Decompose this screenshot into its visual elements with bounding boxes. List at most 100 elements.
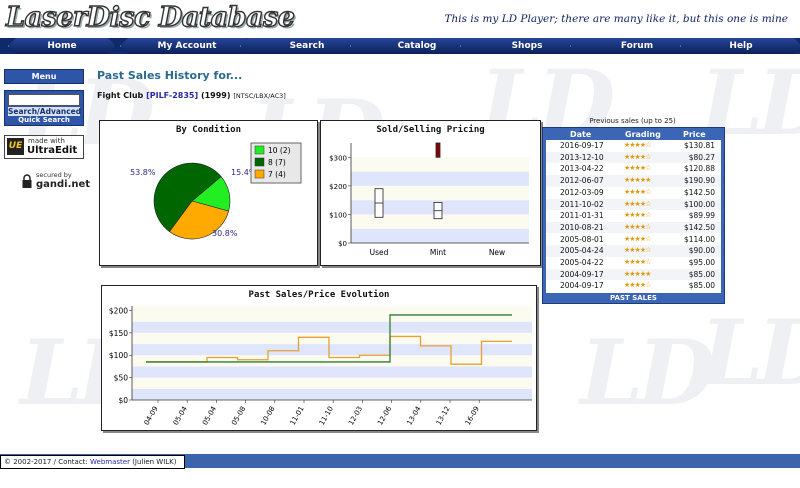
col-grading: Grading	[625, 130, 661, 139]
ultraedit-icon: UE	[7, 138, 24, 155]
col-date: Date	[570, 130, 592, 139]
grading-stars-icon: ★★★★☆	[624, 222, 651, 231]
sales-row: 2013-12-10 ★★★★☆ $80.27	[546, 151, 721, 164]
by-condition-chart: By Condition 53.8% 15.4% 30.8% 10 (2) 8 …	[99, 120, 318, 266]
movie-year: (1999)	[200, 91, 231, 100]
sales-date: 2013-12-10	[560, 152, 604, 162]
line-band	[132, 321, 532, 333]
sales-row: 2010-08-21 ★★★★☆ $142.50	[546, 221, 721, 234]
sales-row: 2013-04-22 ★★★★☆ $120.88	[546, 163, 721, 175]
sales-price: $85.00	[688, 269, 715, 279]
box-xtick-new: New	[489, 248, 505, 257]
sales-row: 2004-09-17 ★★★★☆ $85.00	[546, 280, 721, 292]
catalog-link[interactable]: [PILF-2835]	[146, 91, 198, 100]
sales-row: 2005-04-24 ★★★★☆ $90.00	[546, 245, 721, 257]
site-header: LaserDisc Database This is my LD Player;…	[0, 0, 800, 38]
sales-row: 2004-09-17 ★★★★★ $85.00	[546, 268, 721, 281]
grading-stars-icon: ★★★★☆	[624, 187, 651, 196]
sales-row: 2016-09-17 ★★★★☆ $130.81	[546, 140, 721, 152]
price-evolution-chart: Past Sales/Price Evolution $0 $50 $100 $150…	[101, 285, 537, 431]
line-band	[132, 377, 532, 389]
movie-info: Fight Club [PILF-2835] (1999) [NTSC/LBX/…	[97, 91, 286, 100]
box-band	[351, 171, 529, 186]
line-xtick: 05-04	[201, 405, 218, 427]
sales-row: 2012-06-07 ★★★★★ $190.90	[546, 175, 721, 187]
legend-swatch-10	[254, 145, 265, 155]
sales-date: 2005-04-22	[560, 258, 604, 267]
legend-label-7: 7 (4)	[268, 170, 286, 179]
grading-stars-icon: ★★★★☆	[624, 152, 651, 161]
line-band	[132, 332, 532, 345]
col-price: Price	[683, 130, 706, 139]
footer: © 2002-2017 / Contact: Webmaster (Julien…	[0, 455, 185, 469]
gandi-badge[interactable]: secured by gandi.net	[22, 169, 90, 195]
sales-date: 2004-09-17	[560, 269, 604, 279]
footer-name: (Julien WILK)	[132, 458, 177, 466]
grading-stars-icon: ★★★★☆	[624, 258, 651, 266]
ultraedit-badge[interactable]: UE made with UltraEdit	[4, 135, 84, 159]
gandi-secured-label: secured by	[36, 171, 72, 179]
sales-date: 2004-09-17	[560, 281, 604, 291]
page-title: Past Sales History for...	[97, 69, 243, 82]
sales-price: $142.50	[683, 187, 715, 197]
box-ytick: $0	[338, 240, 347, 248]
menu-button[interactable]: Menu	[4, 69, 84, 84]
line-xtick: 12-06	[376, 405, 393, 427]
box-ytick: $100	[329, 211, 347, 219]
sales-price: $80.27	[688, 152, 715, 162]
webmaster-link[interactable]: Webmaster	[90, 458, 130, 466]
legend-label-10: 10 (2)	[268, 146, 291, 155]
line-xtick: 13-04	[405, 405, 422, 427]
box-ytick: $200	[329, 183, 347, 191]
movie-title: Fight Club	[97, 91, 144, 100]
pie-label-8: 53.8%	[130, 168, 156, 177]
box-ytick: $300	[329, 154, 347, 162]
sales-date: 2016-09-17	[560, 141, 604, 150]
box-xtick-mint: Mint	[430, 248, 446, 257]
sales-price: $85.00	[688, 281, 715, 291]
sales-price: $100.00	[683, 199, 715, 209]
nav-my-account[interactable]: My Account	[120, 38, 254, 54]
footer-copyright: © 2002-2017 / Contact:	[4, 458, 88, 466]
line-xtick: 11-01	[289, 405, 306, 427]
sales-row: 2012-03-09 ★★★★☆ $142.50	[546, 187, 721, 199]
line-ytick: $50	[114, 374, 129, 383]
sales-price: $190.90	[683, 176, 715, 186]
main-nav: Home My Account Search Catalog Shops For…	[0, 38, 800, 54]
box-xtick-used: Used	[370, 248, 389, 257]
search-input[interactable]	[8, 94, 80, 106]
previous-sales-header: Date Grading Price	[543, 130, 724, 140]
grading-stars-icon: ★★★★☆	[624, 141, 651, 149]
nav-help[interactable]: Help	[680, 38, 800, 54]
grading-stars-icon: ★★★★☆	[624, 281, 651, 290]
line-ytick: $150	[109, 329, 128, 338]
search-advanced-link[interactable]: Search/Advanced	[8, 107, 81, 116]
sales-price: $89.99	[688, 211, 715, 221]
sales-price: $114.00	[683, 234, 715, 244]
line-xtick: 11-10	[318, 405, 335, 427]
sales-date: 2011-10-02	[560, 199, 604, 209]
previous-sales-table: Date Grading Price 2016-09-17 ★★★★☆ $130.8…	[542, 127, 725, 304]
sales-row: 2011-10-02 ★★★★☆ $100.00	[546, 198, 721, 210]
line-band	[132, 344, 532, 356]
line-band	[132, 306, 532, 322]
line-ytick: $100	[109, 351, 128, 360]
nav-home[interactable]: Home	[8, 38, 116, 54]
line-xtick: 13-12	[435, 405, 452, 427]
lock-icon	[22, 174, 32, 188]
previous-sales-body: 2016-09-17 ★★★★☆ $130.81 2013-12-10 ★★★★☆ $80…	[546, 140, 721, 293]
grading-stars-icon: ★★★★☆	[624, 199, 651, 208]
quick-search-box: Search/Advanced Quick Search	[4, 90, 84, 126]
sales-date: 2011-01-31	[560, 211, 604, 221]
sales-price: $130.81	[683, 141, 715, 150]
ultraedit-name: UltraEdit	[27, 145, 78, 156]
line-band	[132, 388, 532, 400]
sales-date: 2005-08-01	[560, 234, 604, 244]
ultraedit-made-with: made with	[28, 137, 65, 145]
site-logo[interactable]: LaserDisc Database	[5, 1, 295, 33]
line-svg: $0 $50 $100 $150 $200 04-09 05-04 05-04 05-08 10-…	[109, 306, 532, 427]
sales-date: 2013-04-22	[560, 164, 604, 174]
line-xtick: 05-04	[172, 405, 189, 427]
site-tagline: This is my LD Player; there are many lik…	[444, 13, 788, 25]
box-svg: $0 $100 $200 $300 Used Mint New	[329, 142, 529, 257]
